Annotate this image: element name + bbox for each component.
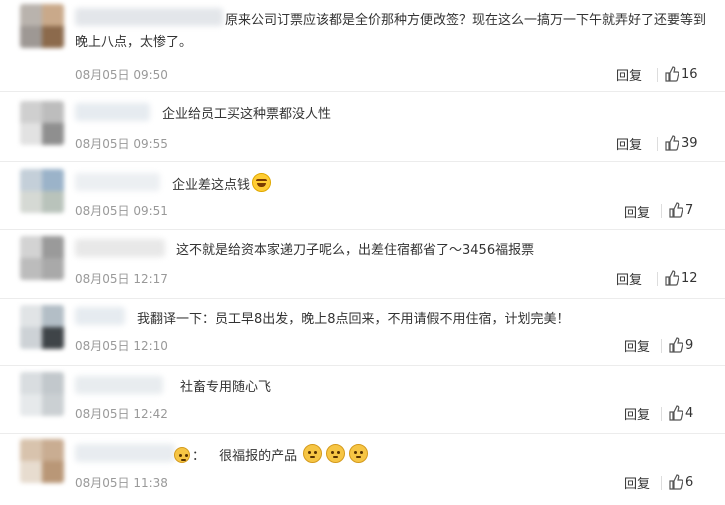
- username-blurred[interactable]: [75, 376, 163, 394]
- comment-time: 08月05日 09:51: [75, 204, 168, 218]
- comment-item: 我翻译一下：员工早8出发，晚上8点回来，不用请假不用住宿，计划完美！ 08月05…: [0, 298, 725, 366]
- comment-time: 08月05日 11:38: [75, 476, 168, 490]
- divider: [661, 407, 662, 421]
- like-button[interactable]: 16: [657, 66, 707, 84]
- username-blurred[interactable]: [75, 103, 150, 121]
- username-blurred[interactable]: [75, 173, 160, 191]
- thumbs-up-icon: [669, 202, 683, 218]
- comment-text: 原来公司订票应该都是全价那种方便改签？现在这么一搞万一下午就弄好了还要等到晚上八…: [75, 13, 707, 50]
- reply-button[interactable]: 回复: [624, 336, 650, 355]
- avatar[interactable]: [20, 236, 64, 280]
- username-blurred[interactable]: [75, 239, 165, 257]
- like-count: 9: [685, 338, 694, 353]
- avatar[interactable]: [20, 439, 64, 483]
- comment-time: 08月05日 12:10: [75, 339, 168, 353]
- avatar[interactable]: [20, 305, 64, 349]
- reply-button[interactable]: 回复: [624, 404, 650, 423]
- avatar[interactable]: [20, 169, 64, 213]
- comment-list: 原来公司订票应该都是全价那种方便改签？现在这么一搞万一下午就弄好了还要等到晚上八…: [0, 0, 725, 505]
- thumbs-up-icon: [665, 135, 679, 151]
- avatar[interactable]: [20, 4, 64, 48]
- comment-time: 08月05日 09:55: [75, 137, 168, 151]
- like-count: 7: [685, 203, 694, 218]
- comment-text: 企业差这点钱: [172, 173, 273, 197]
- cat-face-emoji-icon: [326, 444, 346, 463]
- like-count: 12: [681, 271, 698, 286]
- like-count: 4: [685, 406, 694, 421]
- reply-button[interactable]: 回复: [616, 65, 642, 84]
- reply-button[interactable]: 回复: [616, 269, 642, 288]
- comment-item: 这不就是给资本家递刀子呢么，出差住宿都省了～3456福报票 08月05日 12:…: [0, 229, 725, 299]
- username-blurred[interactable]: [75, 444, 175, 462]
- reply-button[interactable]: 回复: [616, 134, 642, 153]
- avatar[interactable]: [20, 101, 64, 145]
- user-badge-emoji-icon: [174, 447, 190, 463]
- reply-button[interactable]: 回复: [624, 473, 650, 492]
- like-count: 39: [681, 136, 698, 151]
- like-count: 16: [681, 67, 698, 82]
- like-button[interactable]: 9: [661, 337, 711, 355]
- divider: [657, 137, 658, 151]
- comment-time: 08月05日 12:42: [75, 407, 168, 421]
- thumbs-up-icon: [669, 405, 683, 421]
- comment-text: ： 很福报的产品: [172, 444, 370, 468]
- comment-text: 社畜专用随心飞: [180, 380, 272, 395]
- thumbs-up-icon: [669, 337, 683, 353]
- like-button[interactable]: 7: [661, 202, 711, 220]
- comment-prefix: ：: [192, 449, 206, 464]
- comment-text: 我翻译一下：员工早8出发，晚上8点回来，不用请假不用住宿，计划完美！: [137, 312, 570, 327]
- cat-face-emoji-icon: [303, 444, 323, 463]
- like-count: 6: [685, 475, 694, 490]
- divider: [657, 272, 658, 286]
- comment-item: 企业给员工买这种票都没人性 08月05日 09:55 回复 39: [0, 91, 725, 162]
- thumbs-up-icon: [665, 270, 679, 286]
- comment-item: 社畜专用随心飞 08月05日 12:42 回复 4: [0, 365, 725, 434]
- cat-face-emoji-icon: [349, 444, 369, 463]
- thumbs-up-icon: [665, 66, 679, 82]
- like-button[interactable]: 39: [657, 135, 707, 153]
- divider: [661, 339, 662, 353]
- comment-time: 08月05日 09:50: [75, 68, 168, 82]
- comment-text-content: 企业差这点钱: [172, 178, 251, 193]
- avatar[interactable]: [20, 372, 64, 416]
- divider: [661, 476, 662, 490]
- thumbs-up-icon: [669, 474, 683, 490]
- laughing-tears-emoji-icon: [252, 173, 272, 192]
- reply-button[interactable]: 回复: [624, 202, 650, 221]
- comment-item: 企业差这点钱 08月05日 09:51 回复 7: [0, 161, 725, 230]
- comment-text-content: 很福报的产品: [219, 449, 298, 464]
- like-button[interactable]: 6: [661, 474, 711, 492]
- comment-item: 原来公司订票应该都是全价那种方便改签？现在这么一搞万一下午就弄好了还要等到晚上八…: [0, 0, 725, 92]
- comment-item: ： 很福报的产品 08月05日 11:38 回复 6: [0, 433, 725, 505]
- username-blurred[interactable]: [75, 307, 125, 325]
- like-button[interactable]: 4: [661, 405, 711, 423]
- like-button[interactable]: 12: [657, 270, 707, 288]
- divider: [661, 204, 662, 218]
- divider: [657, 68, 658, 82]
- comment-text: 这不就是给资本家递刀子呢么，出差住宿都省了～3456福报票: [176, 243, 535, 258]
- comment-time: 08月05日 12:17: [75, 272, 168, 286]
- comment-text: 企业给员工买这种票都没人性: [162, 107, 332, 122]
